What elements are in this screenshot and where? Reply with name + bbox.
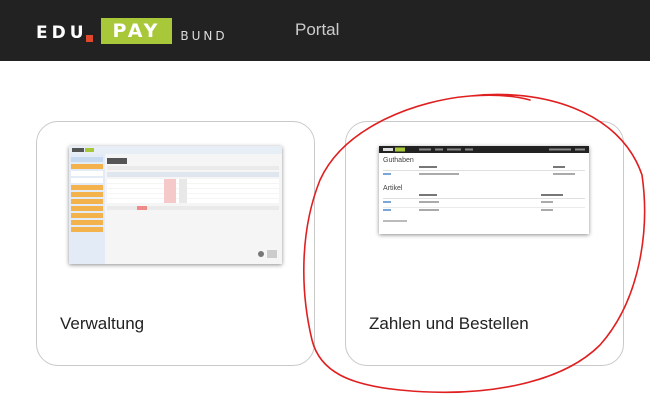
admin-screenshot-thumbnail [69,146,282,264]
pay-screenshot-thumbnail: Guthaben Artikel [379,146,589,234]
card-verwaltung[interactable]: Verwaltung [36,121,315,366]
pay-thumbnail-graphic: Guthaben Artikel [379,146,589,222]
card-verwaltung-label: Verwaltung [60,314,145,333]
admin-thumbnail-graphic [69,146,282,264]
top-navbar: EDU PAY BUND Portal [0,0,650,61]
card-zahlen-und-bestellen[interactable]: Guthaben Artikel Zahlen und Bestellen [345,121,624,366]
brand-bund-text: BUND [180,29,228,43]
nav-portal-link[interactable]: Portal [295,20,339,40]
brand-dot [85,34,93,42]
card-zahlen-und-bestellen-label: Zahlen und Bestellen [369,314,529,333]
thumb-guthaben-title: Guthaben [383,157,414,164]
brand-pay-badge: PAY [100,18,173,44]
brand-edu-text: EDU [36,23,88,43]
brand-logo[interactable]: EDU PAY BUND [36,18,228,44]
thumb-artikel-title: Artikel [383,185,403,192]
